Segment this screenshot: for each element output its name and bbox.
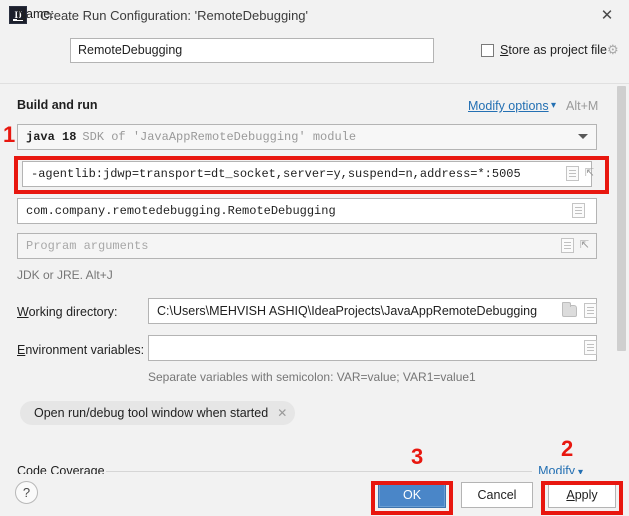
modify-options-shortcut: Alt+M (566, 99, 599, 113)
chevron-down-icon[interactable] (578, 134, 588, 139)
list-icon[interactable] (572, 203, 585, 218)
environment-variables-label: Environment variables: (17, 343, 145, 357)
code-coverage-section: Code Coverage Modify ▾ (17, 464, 597, 474)
create-run-configuration-dialog: IJ Create Run Configuration: 'RemoteDebu… (0, 0, 629, 516)
environment-variables-input[interactable] (148, 335, 597, 361)
list-icon[interactable] (566, 166, 579, 181)
working-directory-label: Working directory: (17, 305, 118, 319)
main-class-value: com.company.remotedebugging.RemoteDebugg… (26, 204, 336, 218)
help-button[interactable]: ? (15, 481, 38, 504)
gear-icon[interactable]: ⚙ (607, 43, 621, 57)
list-icon[interactable] (584, 340, 597, 355)
dialog-title: Create Run Configuration: 'RemoteDebuggi… (40, 7, 309, 23)
expand-icon[interactable]: ⇱ (580, 239, 592, 251)
open-tool-window-chip-label: Open run/debug tool window when started (34, 406, 269, 420)
main-class-input[interactable]: com.company.remotedebugging.RemoteDebugg… (17, 198, 597, 224)
chevron-down-icon[interactable]: ▾ (551, 100, 556, 111)
dialog-footer: ? OK Cancel Apply (0, 474, 629, 516)
expand-icon[interactable]: ⇱ (585, 167, 597, 179)
modify-options-link[interactable]: Modify options (468, 99, 549, 113)
dialog-titlebar: IJ Create Run Configuration: 'RemoteDebu… (0, 0, 629, 30)
list-icon[interactable] (561, 238, 574, 253)
working-directory-input[interactable]: C:\Users\MEHVISH ASHIQ\IdeaProjects\Java… (148, 298, 597, 324)
list-icon[interactable] (584, 303, 597, 318)
name-input[interactable]: RemoteDebugging (70, 38, 434, 63)
jdk-combobox-main-text: java 18 (26, 130, 77, 144)
jdk-hint-text: JDK or JRE. Alt+J (17, 268, 113, 282)
close-icon[interactable]: ✕ (585, 0, 629, 30)
build-and-run-section-title: Build and run (17, 98, 98, 112)
open-tool-window-chip[interactable]: Open run/debug tool window when started … (20, 401, 296, 425)
folder-icon[interactable] (562, 302, 577, 317)
program-arguments-placeholder: Program arguments (26, 239, 149, 253)
vm-options-input[interactable]: -agentlib:jdwp=transport=dt_socket,serve… (22, 161, 592, 187)
cancel-button[interactable]: Cancel (461, 482, 533, 508)
jdk-combobox-sub-text: SDK of 'JavaAppRemoteDebugging' module (82, 130, 357, 144)
section-divider (106, 471, 532, 472)
ok-button[interactable]: OK (378, 482, 446, 508)
store-as-project-file-label: Store as project file (500, 43, 608, 57)
settings-scroll-area: Build and run Modify options ▾ Alt+M jav… (0, 84, 629, 474)
code-coverage-modify-link[interactable]: Modify ▾ (538, 464, 583, 474)
apply-button[interactable]: Apply (548, 482, 616, 508)
name-label: Name: (17, 7, 54, 21)
vertical-scrollbar-thumb[interactable] (617, 86, 626, 351)
vm-options-value: -agentlib:jdwp=transport=dt_socket,serve… (31, 167, 521, 181)
jdk-combobox[interactable]: java 18 SDK of 'JavaAppRemoteDebugging' … (17, 124, 597, 150)
store-as-project-file-checkbox[interactable] (481, 44, 494, 57)
close-icon[interactable]: ✕ (277, 406, 287, 420)
chevron-down-icon: ▾ (577, 467, 583, 474)
working-directory-value: C:\Users\MEHVISH ASHIQ\IdeaProjects\Java… (157, 304, 538, 318)
environment-variables-hint: Separate variables with semicolon: VAR=v… (148, 370, 476, 384)
program-arguments-input[interactable]: Program arguments (17, 233, 597, 259)
code-coverage-label: Code Coverage (17, 464, 105, 474)
